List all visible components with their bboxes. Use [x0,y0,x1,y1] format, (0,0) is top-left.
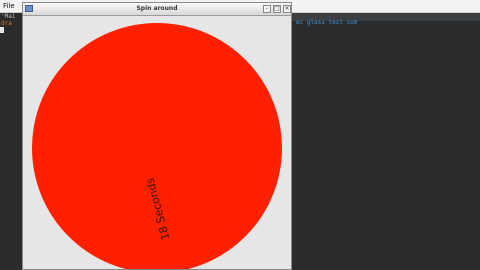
menu-file[interactable]: File [3,0,15,12]
editor-cursor [0,27,4,33]
title-bar[interactable]: Spin around - □ × [23,3,291,16]
close-button[interactable]: × [283,5,291,13]
code-line: 'Mai [1,13,16,20]
spin-around-window: Spin around - □ × 18 Seconds [22,2,292,270]
maximize-button[interactable]: □ [273,5,281,13]
drawing-canvas: 18 Seconds [23,16,291,269]
code-line: dra [1,20,12,27]
window-title: Spin around [136,5,178,12]
code-line: ec glass test sum [296,19,358,26]
minimize-button[interactable]: - [263,5,271,13]
